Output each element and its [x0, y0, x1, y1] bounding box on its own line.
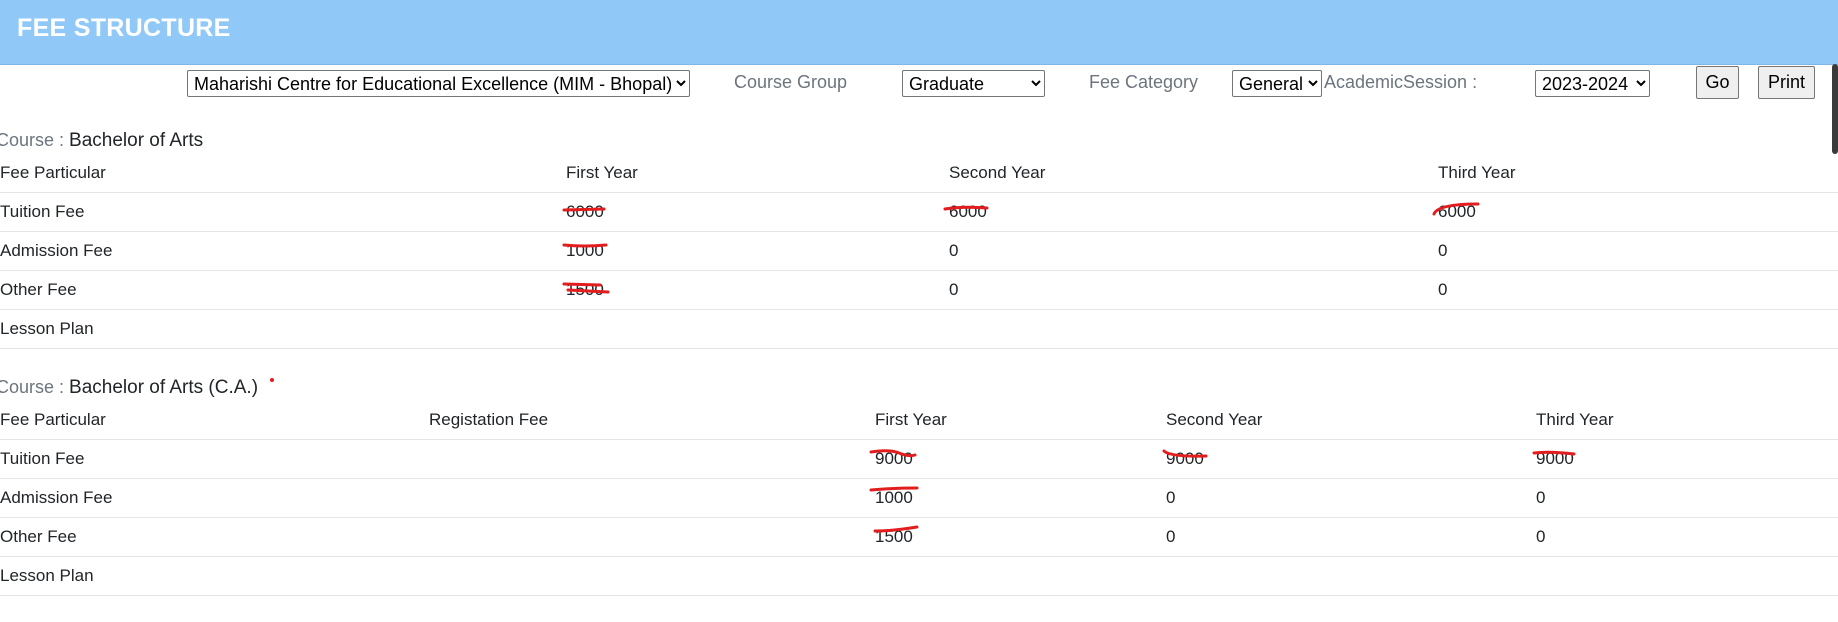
print-button[interactable]: Print [1758, 66, 1815, 99]
redacted-value: 1000 [869, 486, 919, 508]
fee-value [1536, 556, 1838, 596]
institution-select[interactable]: Maharishi Centre for Educational Excelle… [187, 70, 690, 97]
fee-particular: Tuition Fee [0, 439, 429, 479]
fee-value: 9000 [1162, 439, 1536, 479]
fee-particular: Other Fee [0, 270, 566, 310]
redacted-value: 1500 [562, 280, 610, 300]
column-header: Fee Particular [0, 401, 429, 440]
redacted-value: 9000 [1532, 449, 1576, 469]
fee-particular: Lesson Plan [0, 309, 566, 349]
course-name: Bachelor of Arts [69, 130, 204, 151]
fee-value: 0 [1536, 517, 1838, 557]
fee-particular: Tuition Fee [0, 192, 566, 232]
fee-value: 0 [1438, 231, 1838, 271]
table-row: Lesson Plan [0, 556, 1838, 596]
page-title: FEE STRUCTURE [17, 14, 231, 42]
redaction-mark [869, 486, 919, 492]
redaction-mark [562, 243, 608, 248]
fee-value: 1000 [869, 478, 1166, 518]
column-header: Fee Particular [0, 154, 566, 193]
academic-session-label: AcademicSession : [1324, 72, 1478, 92]
fee-value [875, 556, 1166, 596]
course-title: Course : Bachelor of Arts [0, 130, 203, 152]
column-header: First Year [875, 401, 1166, 440]
academic-session-select[interactable]: 2023-2024 [1535, 70, 1650, 97]
course-name: Bachelor of Arts (C.A.) [69, 377, 259, 398]
column-header: Second Year [949, 154, 1438, 193]
fee-value [1438, 309, 1838, 349]
table-row: Other Fee 1500 0 0 [0, 270, 1838, 310]
course-group-label: Course Group [734, 72, 848, 92]
table-row: Tuition Fee 6000 6000 6000 [0, 192, 1838, 232]
redaction-mark [562, 282, 610, 294]
fee-particular: Other Fee [0, 517, 429, 557]
fee-category-label: Fee Category [1089, 72, 1199, 92]
fee-particular: Admission Fee [0, 478, 429, 518]
fee-value [566, 309, 949, 349]
redaction-mark [873, 525, 919, 533]
redaction-mark [943, 205, 989, 211]
column-header: Third Year [1438, 154, 1838, 193]
fee-value: 1500 [873, 517, 1166, 557]
registration-fee-value [429, 478, 875, 518]
fee-value: 9000 [1532, 439, 1838, 479]
go-button[interactable]: Go [1696, 66, 1739, 99]
course-prefix: Course : [0, 377, 70, 397]
fee-value: 0 [1438, 270, 1838, 310]
fee-value: 1500 [562, 270, 949, 310]
fee-value: 1000 [562, 231, 949, 271]
redacted-value: 9000 [1162, 449, 1208, 469]
column-header: First Year [566, 154, 949, 193]
redaction-mark [869, 449, 917, 458]
column-header: Registation Fee [429, 401, 875, 440]
table-header-row: Fee Particular Registation Fee First Yea… [0, 401, 1838, 440]
table-header-row: Fee Particular First Year Second Year Th… [0, 154, 1838, 193]
fee-value: 6000 [562, 192, 949, 232]
table-row: Tuition Fee 9000 9000 9000 [0, 439, 1838, 479]
registration-fee-value [429, 517, 875, 557]
course-group-select[interactable]: Graduate [902, 70, 1045, 97]
table-row: Other Fee 1500 0 0 [0, 517, 1838, 557]
fee-value: 6000 [943, 192, 1438, 232]
redacted-value: 6000 [943, 202, 989, 222]
scrollbar[interactable] [1832, 64, 1838, 154]
column-header: Second Year [1166, 401, 1536, 440]
stray-red-mark [270, 378, 274, 382]
table-row: Admission Fee 1000 0 0 [0, 478, 1838, 518]
table-row: Lesson Plan [0, 309, 1838, 349]
redaction-mark [1162, 449, 1208, 458]
fee-category-select[interactable]: General [1232, 70, 1322, 97]
redacted-value: 1000 [562, 241, 608, 261]
table-row: Admission Fee 1000 0 0 [0, 231, 1838, 271]
redacted-value: 1500 [873, 525, 919, 547]
fee-value [1166, 556, 1536, 596]
fee-table-ba-ca: Fee Particular Registation Fee First Yea… [0, 401, 1838, 596]
fee-value: 0 [949, 270, 1438, 310]
fee-table-ba: Fee Particular First Year Second Year Th… [0, 154, 1838, 349]
fee-value: 0 [949, 231, 1438, 271]
fee-value: 6000 [1432, 192, 1838, 232]
page-header: FEE STRUCTURE [0, 0, 1838, 65]
fee-particular: Admission Fee [0, 231, 566, 271]
redaction-mark [1532, 450, 1576, 456]
registration-fee-value [429, 556, 875, 596]
fee-value [949, 309, 1438, 349]
redacted-value: 6000 [562, 202, 606, 222]
fee-value: 0 [1166, 517, 1536, 557]
redacted-value: 6000 [1432, 202, 1480, 222]
column-header: Third Year [1536, 401, 1838, 440]
course-prefix: Course : [0, 130, 70, 150]
course-title: Course : Bachelor of Arts (C.A.) [0, 377, 258, 399]
registration-fee-value [429, 439, 875, 479]
redaction-mark [1432, 202, 1480, 216]
fee-particular: Lesson Plan [0, 556, 429, 596]
fee-value: 9000 [869, 439, 1166, 479]
redacted-value: 9000 [869, 449, 917, 469]
fee-value: 0 [1166, 478, 1536, 518]
fee-value: 0 [1536, 478, 1838, 518]
redaction-mark [562, 207, 606, 212]
